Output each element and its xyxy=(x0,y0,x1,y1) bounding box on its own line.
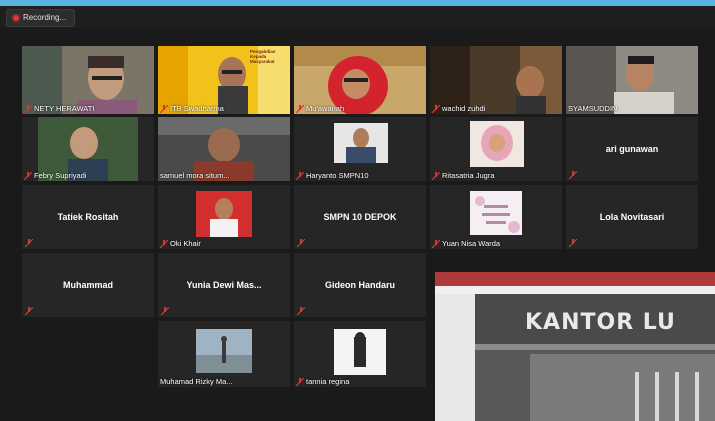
mic-muted-icon xyxy=(161,307,169,315)
mic-muted-icon xyxy=(160,104,168,113)
mic-muted-icon xyxy=(296,104,304,113)
profile-photo xyxy=(334,329,386,375)
participant-tile[interactable]: Tatiek Rositah xyxy=(22,185,154,249)
participant-tile-active-speaker[interactable]: Mu'awanah xyxy=(294,46,426,114)
participant-name-center: Muhammad xyxy=(62,280,113,290)
participant-name: Febry Supriyadi xyxy=(34,171,87,180)
mic-muted-icon xyxy=(25,307,33,315)
mic-muted-icon xyxy=(24,104,32,113)
shared-video xyxy=(435,272,715,421)
sign-text: KANTOR LU xyxy=(525,310,676,335)
mic-muted-icon xyxy=(296,171,304,180)
participant-name: Ritasatria Jugra xyxy=(442,171,495,180)
mic-muted-icon xyxy=(24,171,32,180)
participant-tile[interactable]: Haryanto SMPN10 xyxy=(294,117,426,181)
participant-name: Oki Khair xyxy=(170,239,201,248)
participant-name-center: Gideon Handaru xyxy=(324,280,395,290)
participant-name-center: ari gunawan xyxy=(605,144,659,154)
participant-name-center: SMPN 10 DEPOK xyxy=(323,212,397,222)
participant-name: NETY HERAWATI xyxy=(34,104,95,113)
participant-tile[interactable]: samuel mora situm... xyxy=(158,117,290,181)
participant-tile[interactable]: tannia regina xyxy=(294,321,426,387)
participant-name: ITB Swadharma xyxy=(170,104,224,113)
banner-text: Pengabdian Kepada Masyarakat xyxy=(250,49,276,64)
participant-tile[interactable]: Pengabdian Kepada Masyarakat ITB Swadhar… xyxy=(158,46,290,114)
mic-muted-icon xyxy=(569,239,577,247)
profile-photo xyxy=(470,191,522,235)
participant-tile[interactable]: Yunia Dewi Mas... xyxy=(158,253,290,317)
participant-tile[interactable]: Muhamad Rizky Ma... xyxy=(158,321,290,387)
shared-video-overlay[interactable]: KANTOR LU xyxy=(435,272,715,421)
participant-name-center: Tatiek Rositah xyxy=(57,212,119,222)
participant-tile[interactable]: Oki Khair xyxy=(158,185,290,249)
profile-photo xyxy=(470,121,524,167)
mic-muted-icon xyxy=(160,239,168,248)
participant-tile[interactable]: Muhammad xyxy=(22,253,154,317)
participant-tile[interactable]: Yuan Nisa Warda xyxy=(430,185,562,249)
participant-tile[interactable]: Gideon Handaru xyxy=(294,253,426,317)
participant-tile[interactable]: SYAMSUDDIN xyxy=(566,46,698,114)
mic-muted-icon xyxy=(297,239,305,247)
profile-photo xyxy=(334,123,388,163)
participant-name: Haryanto SMPN10 xyxy=(306,171,369,180)
participant-tile[interactable]: Ritasatria Jugra xyxy=(430,117,562,181)
participant-tile[interactable]: Lola Novitasari xyxy=(566,185,698,249)
mic-muted-icon xyxy=(432,104,440,113)
profile-photo xyxy=(196,329,252,373)
mic-muted-icon xyxy=(432,171,440,180)
mic-muted-icon xyxy=(432,239,440,248)
participant-name: tannia regina xyxy=(306,377,350,386)
participant-name: Muhamad Rizky Ma... xyxy=(160,377,233,386)
participant-name: SYAMSUDDIN xyxy=(568,104,618,113)
participant-tile[interactable]: wachid zuhdi xyxy=(430,46,562,114)
participant-tile[interactable]: SMPN 10 DEPOK xyxy=(294,185,426,249)
participant-name-center: Lola Novitasari xyxy=(599,212,665,222)
participant-name: wachid zuhdi xyxy=(442,104,486,113)
mic-muted-icon xyxy=(25,239,33,247)
participant-name: Yuan Nisa Warda xyxy=(442,239,501,248)
profile-photo xyxy=(196,191,252,237)
participant-name: samuel mora situm... xyxy=(160,171,230,180)
participant-tile[interactable]: ari gunawan xyxy=(566,117,698,181)
mic-muted-icon xyxy=(569,171,577,179)
participant-tile[interactable]: NETY HERAWATI xyxy=(22,46,154,114)
participant-name: Mu'awanah xyxy=(306,104,345,113)
mic-muted-icon xyxy=(296,377,304,386)
participant-tile[interactable]: Febry Supriyadi xyxy=(22,117,154,181)
participant-name-center: Yunia Dewi Mas... xyxy=(186,280,262,290)
mic-muted-icon xyxy=(297,307,305,315)
